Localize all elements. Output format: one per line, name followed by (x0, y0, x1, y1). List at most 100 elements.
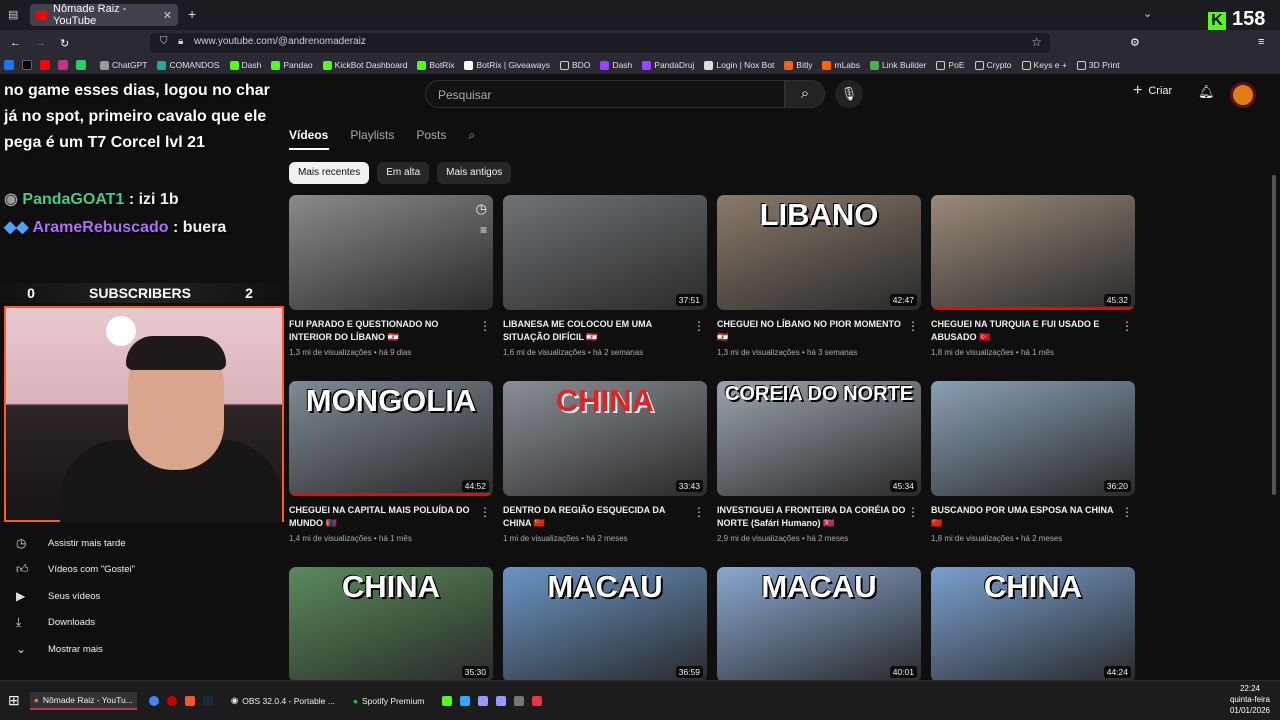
more-options-icon[interactable]: ⋮ (1121, 505, 1133, 519)
video-thumbnail[interactable]: CHINA 44:24 (931, 567, 1135, 682)
avatar[interactable] (1230, 82, 1256, 108)
scrollbar[interactable] (1272, 175, 1276, 495)
bookmark-star-icon[interactable]: ☆ (1031, 35, 1042, 49)
bookmark-item[interactable]: BotRix | Giveaways (464, 60, 550, 70)
video-title[interactable]: INVESTIGUEI A FRONTEIRA DA CORÉIA DO NOR… (717, 504, 907, 530)
more-options-icon[interactable]: ⋮ (1121, 319, 1133, 333)
bookmark-item[interactable]: BotRix (417, 60, 454, 70)
new-tab-button[interactable]: + (188, 6, 196, 22)
video-card[interactable]: CHINA 44:24 (931, 567, 1135, 682)
sidebar-item-liked[interactable]: 👍︎ Vídeos com "Gostei" (0, 557, 170, 584)
sidebar-item-watch-later[interactable]: ◷ Assistir mais tarde (0, 530, 170, 557)
bookmark-item[interactable]: Bitly (784, 60, 812, 70)
taskbar-app-obs[interactable]: ◉ OBS 32.0.4 - Portable ... (227, 692, 339, 710)
video-thumbnail[interactable]: ◷ ≡ (289, 195, 493, 310)
video-thumbnail[interactable]: LIBANO 42:47 (717, 195, 921, 310)
video-card[interactable]: 37:51 LIBANESA ME COLOCOU EM UMA SITUAÇÃO… (503, 195, 707, 357)
bookmark-item[interactable]: COMANDOS (157, 60, 220, 70)
bookmark-folder[interactable]: BDO (560, 60, 590, 70)
system-clock[interactable]: 22:24 quinta-feira 01/01/2026 (1230, 683, 1270, 716)
forward-icon[interactable]: → (35, 37, 46, 49)
tab-playlists[interactable]: Playlists (350, 128, 394, 143)
create-button[interactable]: + Criar (1133, 82, 1172, 100)
kick-taskbar-icon[interactable] (442, 695, 453, 706)
video-title[interactable]: DENTRO DA REGIÃO ESQUECIDA DA CHINA 🇨🇳 (503, 504, 693, 530)
video-thumbnail[interactable]: 36:20 (931, 381, 1135, 496)
more-options-icon[interactable]: ⋮ (907, 319, 919, 333)
video-thumbnail[interactable]: 45:32 (931, 195, 1135, 310)
video-title[interactable]: FUI PARADO E QUESTIONADO NO INTERIOR DO … (289, 318, 479, 344)
video-title[interactable]: LIBANESA ME COLOCOU EM UMA SITUAÇÃO DIFÍ… (503, 318, 693, 344)
video-card[interactable]: CHINA 35:30 (289, 567, 493, 682)
video-title[interactable]: BUSCANDO POR UMA ESPOSA NA CHINA 🇨🇳 (931, 504, 1121, 530)
bookmark-folder[interactable]: Keys e + (1021, 60, 1067, 70)
menu-icon[interactable]: ≡ (1258, 36, 1264, 48)
brave-icon[interactable] (184, 695, 195, 706)
video-thumbnail[interactable]: CHINA 33:43 (503, 381, 707, 496)
video-thumbnail[interactable]: COREIA DO NORTE 45:34 (717, 381, 921, 496)
channel-search-icon[interactable]: ⌕ (468, 128, 475, 143)
taskbar-app-spotify[interactable]: ● Spotify Premium (349, 692, 429, 710)
taskbar-app-firefox[interactable]: ● Nômade Raiz - YouTu... (29, 691, 137, 710)
notifications-bell-icon[interactable]: 🔔︎ (1198, 84, 1215, 100)
premiere-icon[interactable] (496, 695, 507, 706)
video-title[interactable]: CHEGUEI NA TURQUIA E FUI USADO E ABUSADO… (931, 318, 1121, 344)
video-thumbnail[interactable]: MONGOLIA 44:52 (289, 381, 493, 496)
tab-posts[interactable]: Posts (416, 128, 446, 143)
sidebar-item-downloads[interactable]: ⤓ Downloads (0, 610, 170, 637)
whatsapp-icon[interactable] (76, 60, 86, 70)
tab-list-icon[interactable]: ▤ (8, 8, 18, 21)
search-input[interactable]: Pesquisar (425, 80, 785, 108)
app-icon[interactable] (514, 695, 525, 706)
bookmark-item[interactable]: Dash (229, 60, 261, 70)
more-options-icon[interactable]: ⋮ (479, 319, 491, 333)
bookmark-item[interactable]: Link Builder (870, 60, 926, 70)
video-thumbnail[interactable]: CHINA 35:30 (289, 567, 493, 682)
video-title[interactable]: CHEGUEI NO LÍBANO NO PIOR MOMENTO 🇱🇧 (717, 318, 907, 344)
tab-overflow-chevron-icon[interactable]: ⌄ (1143, 7, 1152, 20)
microphone-icon[interactable]: 🎙︎ (835, 80, 863, 108)
video-card[interactable]: MACAU 40:01 (717, 567, 921, 682)
bookmark-item[interactable]: Pandao (271, 60, 313, 70)
steam-icon[interactable] (202, 695, 213, 706)
url-bar[interactable]: ⛉ 🔒︎ www.youtube.com/@andrenomaderaiz ☆ (150, 33, 1050, 53)
close-tab-icon[interactable]: ✕ (163, 9, 172, 22)
video-card[interactable]: LIBANO 42:47 CHEGUEI NO LÍBANO NO PIOR MOM… (717, 195, 921, 357)
chip-oldest[interactable]: Mais antigos (437, 162, 512, 184)
video-card[interactable]: 36:20 BUSCANDO POR UMA ESPOSA NA CHINA 🇨🇳… (931, 381, 1135, 543)
after-effects-icon[interactable] (478, 695, 489, 706)
instagram-icon[interactable] (58, 60, 68, 70)
back-icon[interactable]: ← (10, 37, 21, 49)
bookmark-folder[interactable]: 3D Print (1076, 60, 1120, 70)
video-thumbnail[interactable]: MACAU 36:59 (503, 567, 707, 682)
watch-later-icon[interactable]: ◷ (476, 201, 487, 217)
photoshop-icon[interactable] (460, 695, 471, 706)
video-card[interactable]: MACAU 36:59 (503, 567, 707, 682)
search-icon[interactable]: ⌕ (785, 80, 825, 108)
tab-videos[interactable]: Vídeos (289, 128, 328, 143)
more-options-icon[interactable]: ⋮ (693, 319, 705, 333)
add-to-queue-icon[interactable]: ≡ (480, 223, 487, 237)
more-options-icon[interactable]: ⋮ (479, 505, 491, 519)
more-options-icon[interactable]: ⋮ (693, 505, 705, 519)
bookmark-folder[interactable]: PoE (936, 60, 965, 70)
shield-icon[interactable]: ⛉ (160, 36, 168, 47)
sidebar-item-show-more[interactable]: ⌄ Mostrar mais (0, 636, 170, 663)
video-thumbnail[interactable]: 37:51 (503, 195, 707, 310)
youtube-icon[interactable] (40, 60, 50, 70)
app-icon[interactable] (532, 695, 543, 706)
bookmark-item[interactable]: ChatGPT (100, 60, 147, 70)
reload-icon[interactable]: ↻ (60, 37, 69, 50)
video-card[interactable]: 45:32 CHEGUEI NA TURQUIA E FUI USADO E AB… (931, 195, 1135, 357)
bookmark-item[interactable]: mLabs (822, 60, 860, 70)
active-tab[interactable]: Nômade Raiz - YouTube ✕ (30, 3, 178, 27)
bookmark-item[interactable]: PandaDruj (642, 60, 694, 70)
video-thumbnail[interactable]: MACAU 40:01 (717, 567, 921, 682)
video-card[interactable]: COREIA DO NORTE 45:34 INVESTIGUEI A FRONTE… (717, 381, 921, 543)
more-options-icon[interactable]: ⋮ (907, 505, 919, 519)
opera-icon[interactable] (166, 695, 177, 706)
facebook-icon[interactable] (4, 60, 14, 70)
bookmark-folder[interactable]: Crypto (974, 60, 1012, 70)
chip-popular[interactable]: Em alta (377, 162, 430, 184)
sidebar-item-your-videos[interactable]: ▶ Seus vídeos (0, 583, 170, 610)
